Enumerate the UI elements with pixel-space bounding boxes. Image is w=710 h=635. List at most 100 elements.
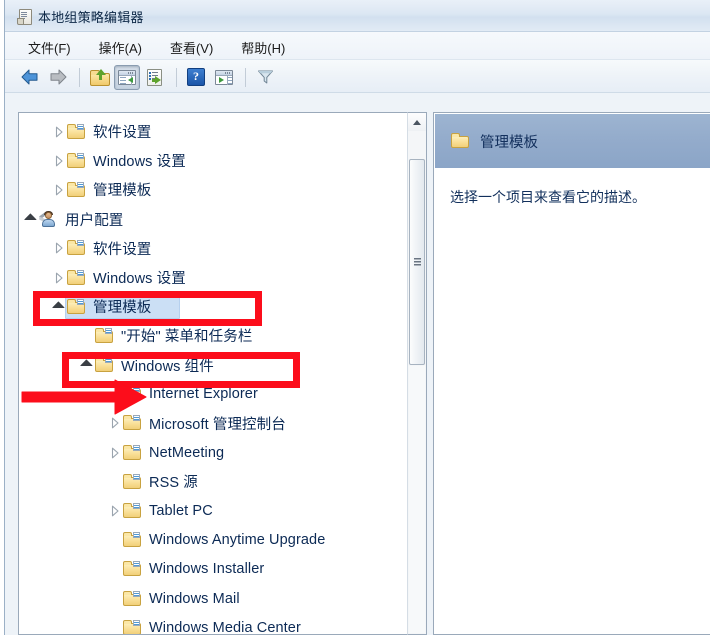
menu-file[interactable]: 文件(F) xyxy=(23,36,76,59)
expander-collapsed-icon[interactable] xyxy=(51,270,67,286)
folder-icon xyxy=(123,590,142,607)
tree-item[interactable]: Tablet PC xyxy=(19,496,405,525)
scroll-up-arrow-icon xyxy=(413,119,421,125)
tree-item-content: RSS 源 xyxy=(19,471,198,492)
tree-item[interactable]: Windows Mail xyxy=(19,584,405,613)
tree-item[interactable]: RSS 源 xyxy=(19,467,405,496)
local-group-policy-editor-window: 本地组策略编辑器 文件(F) 操作(A) 查看(V) 帮助(H) ? 软件设置 … xyxy=(0,0,710,635)
tree-item[interactable]: "开始" 菜单和任务栏 xyxy=(19,321,405,350)
tree-item-label: Windows Anytime Upgrade xyxy=(149,532,326,549)
folder-icon xyxy=(67,152,86,169)
toolbar-export-list-button[interactable] xyxy=(142,65,168,90)
folder-icon xyxy=(95,327,114,344)
menu-action[interactable]: 操作(A) xyxy=(94,36,147,59)
expander-collapsed-icon[interactable] xyxy=(51,182,67,198)
help-icon: ? xyxy=(187,68,205,86)
tree-item[interactable]: Windows Media Center xyxy=(19,613,405,635)
up-folder-icon xyxy=(89,69,110,86)
tree-item[interactable]: 软件设置 xyxy=(19,234,405,263)
toolbar-show-hide-tree-button[interactable] xyxy=(114,64,140,90)
tree-item-label: 用户配置 xyxy=(65,212,124,229)
tree-item[interactable]: Windows 设置 xyxy=(19,263,405,292)
detail-pane: 管理模板 选择一个项目来查看它的描述。 xyxy=(433,112,710,635)
tree-item-label: Windows Media Center xyxy=(149,619,301,635)
tree-item[interactable]: Microsoft 管理控制台 xyxy=(19,409,405,438)
folder-icon xyxy=(123,473,142,490)
toolbar-properties-button[interactable] xyxy=(211,65,237,90)
toolbar-separator-3 xyxy=(245,67,246,87)
toolbar-separator-2 xyxy=(176,67,177,87)
tree-item[interactable]: 管理模板 xyxy=(19,175,405,204)
show-hide-tree-icon xyxy=(118,69,136,85)
tree-item-label: Windows 设置 xyxy=(93,154,186,171)
expander-placeholder xyxy=(107,386,123,402)
tree-item[interactable]: 管理模板 xyxy=(19,292,405,321)
scrollbar-up-button[interactable] xyxy=(408,113,426,131)
scrollbar-grip-icon xyxy=(414,258,421,266)
expander-collapsed-icon[interactable] xyxy=(107,445,123,461)
folder-icon xyxy=(67,269,86,286)
user-config-icon xyxy=(38,210,58,228)
folder-icon xyxy=(67,181,86,198)
tree-item[interactable]: Internet Explorer xyxy=(19,380,405,409)
content-area: 软件设置 Windows 设置 管理模板 用户配置 软件设置 Windows 设置 管理模板… xyxy=(5,93,710,635)
tree-item-content: Tablet PC xyxy=(19,503,213,519)
folder-icon xyxy=(123,386,142,402)
tree-item-label: Windows 组件 xyxy=(121,358,214,375)
tree-item[interactable]: Windows 设置 xyxy=(19,146,405,175)
expander-collapsed-icon[interactable] xyxy=(51,240,67,256)
window-title: 本地组策略编辑器 xyxy=(38,10,144,25)
toolbar-forward-button[interactable] xyxy=(45,65,71,90)
detail-pane-title: 管理模板 xyxy=(480,134,538,151)
console-tree-pane: 软件设置 Windows 设置 管理模板 用户配置 软件设置 Windows 设置 管理模板… xyxy=(18,112,427,635)
detail-pane-description: 选择一个项目来查看它的描述。 xyxy=(450,189,646,205)
expander-expanded-icon[interactable] xyxy=(51,299,67,315)
tree-item-content: Windows 设置 xyxy=(19,267,186,288)
tree-item-label: Tablet PC xyxy=(149,503,213,520)
toolbar-help-button[interactable]: ? xyxy=(183,65,209,90)
tree-vertical-scrollbar[interactable] xyxy=(407,112,427,635)
tree-item[interactable]: NetMeeting xyxy=(19,438,405,467)
folder-icon xyxy=(95,357,114,373)
tree-item[interactable]: Windows Installer xyxy=(19,555,405,584)
tree-item-label: Windows Mail xyxy=(149,590,240,607)
toolbar-up-one-level-button[interactable] xyxy=(86,65,112,90)
expander-expanded-icon[interactable] xyxy=(79,357,95,373)
tree-item-content: Windows 设置 xyxy=(19,150,186,171)
tree-item-content: "开始" 菜单和任务栏 xyxy=(19,325,252,346)
tree-item[interactable]: 用户配置 xyxy=(19,205,405,234)
filter-funnel-icon xyxy=(257,70,273,84)
tree-item-content: 用户配置 xyxy=(19,209,123,230)
toolbar-separator-1 xyxy=(79,67,80,87)
scrollbar-thumb[interactable] xyxy=(409,159,425,365)
folder-icon xyxy=(67,123,86,140)
tree-item-content: Windows Mail xyxy=(19,590,240,607)
properties-window-icon xyxy=(215,69,233,85)
tree-item[interactable]: Windows Anytime Upgrade xyxy=(19,526,405,555)
tree-item-label: Microsoft 管理控制台 xyxy=(149,416,286,433)
menu-view[interactable]: 查看(V) xyxy=(165,36,218,59)
mmc-console-icon xyxy=(17,9,32,25)
toolbar-back-button[interactable] xyxy=(17,65,43,90)
tree-item-content: Microsoft 管理控制台 xyxy=(19,413,286,434)
menu-help[interactable]: 帮助(H) xyxy=(236,36,290,59)
detail-pane-header: 管理模板 xyxy=(435,114,710,168)
tree-item[interactable]: Windows 组件 xyxy=(19,351,405,380)
tree-item-content: Internet Explorer xyxy=(19,386,258,402)
tree-item-content: 软件设置 xyxy=(19,238,151,259)
expander-placeholder xyxy=(107,561,123,577)
expander-collapsed-icon[interactable] xyxy=(51,124,67,140)
tree-item-label: RSS 源 xyxy=(149,475,198,492)
tree-item-label: 软件设置 xyxy=(93,241,152,258)
expander-placeholder xyxy=(79,328,95,344)
expander-placeholder xyxy=(107,620,123,634)
scrollbar-track[interactable] xyxy=(409,366,425,633)
toolbar-filter-button[interactable] xyxy=(252,65,278,90)
tree-item-label: "开始" 菜单和任务栏 xyxy=(121,329,253,346)
title-bar-content: 本地组策略编辑器 xyxy=(17,7,144,26)
tree-item[interactable]: 软件设置 xyxy=(19,117,405,146)
expander-collapsed-icon[interactable] xyxy=(51,153,67,169)
expander-collapsed-icon[interactable] xyxy=(107,415,123,431)
expander-collapsed-icon[interactable] xyxy=(107,503,123,519)
expander-expanded-icon[interactable] xyxy=(23,211,39,227)
